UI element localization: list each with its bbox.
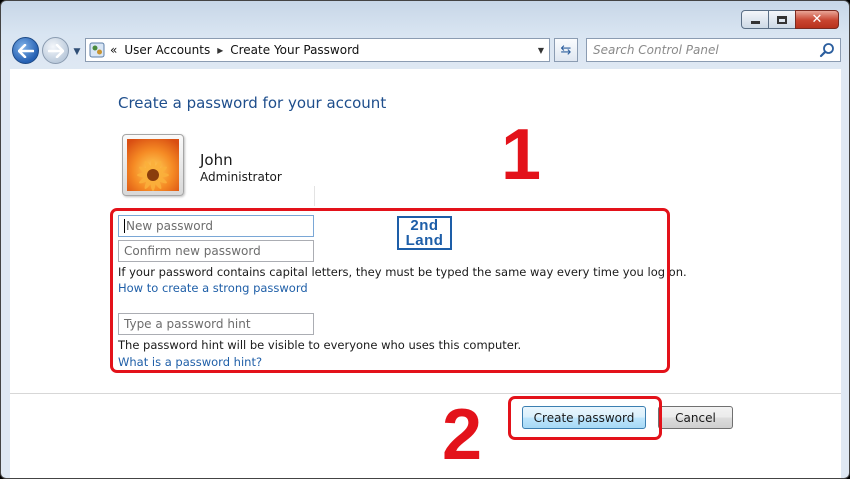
search-input[interactable]: Search Control Panel (593, 43, 719, 57)
page-title: Create a password for your account (118, 94, 387, 112)
back-arrow-icon (17, 43, 34, 58)
user-picture (122, 134, 184, 196)
close-button[interactable]: ✕ (795, 10, 839, 29)
search-box[interactable]: Search Control Panel (586, 38, 841, 62)
cancel-button[interactable]: Cancel (658, 406, 733, 429)
breadcrumb-user-accounts[interactable]: User Accounts (124, 43, 210, 57)
footer-divider (10, 393, 841, 394)
maximize-button[interactable] (768, 10, 796, 29)
address-bar[interactable]: « User Accounts ▸ Create Your Password ▼ (85, 38, 550, 62)
window: ✕ ▼ « User Accounts ▸ Create Your Passwo… (0, 0, 850, 479)
step1-number: 1 (501, 115, 542, 195)
refresh-button[interactable]: ⇆ (554, 38, 578, 62)
divider-line (314, 186, 315, 206)
control-panel-icon (86, 40, 108, 60)
minimize-icon (750, 21, 760, 24)
close-icon: ✕ (811, 12, 823, 27)
back-button[interactable] (12, 37, 39, 64)
user-role: Administrator (200, 170, 282, 184)
magnifier-icon[interactable] (819, 42, 835, 58)
breadcrumb-separator[interactable]: ▸ (217, 43, 223, 57)
recent-pages-dropdown[interactable]: ▼ (71, 46, 83, 58)
breadcrumb-create-password[interactable]: Create Your Password (230, 43, 359, 57)
minimize-button[interactable] (741, 10, 769, 29)
forward-button[interactable] (42, 37, 69, 64)
step2-highlight-box (508, 396, 662, 440)
user-name: John (200, 151, 233, 169)
flower-avatar-icon (127, 139, 179, 191)
step2-number: 2 (442, 395, 483, 475)
maximize-icon (777, 15, 787, 24)
address-dropdown[interactable]: ▼ (533, 39, 549, 61)
refresh-icon: ⇆ (560, 42, 572, 58)
caption-buttons: ✕ (741, 10, 839, 29)
step1-highlight-box (110, 208, 670, 373)
forward-arrow-icon (47, 43, 64, 58)
breadcrumb-prefix[interactable]: « (110, 43, 117, 57)
